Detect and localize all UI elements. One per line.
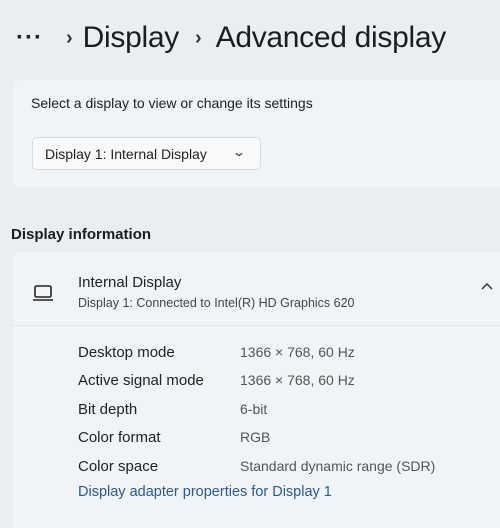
device-name: Internal Display bbox=[78, 274, 182, 291]
chevron-down-icon: ⌄ bbox=[231, 145, 247, 159]
property-label-active-signal-mode: Active signal mode bbox=[78, 372, 204, 389]
laptop-icon bbox=[33, 285, 53, 301]
property-label-color-space: Color space bbox=[78, 458, 159, 475]
property-value-color-format: RGB bbox=[240, 429, 271, 445]
page-title: Advanced display bbox=[215, 21, 447, 54]
property-value-desktop-mode: 1366 × 768, 60 Hz bbox=[240, 344, 355, 360]
property-value-bit-depth: 6-bit bbox=[240, 401, 268, 417]
device-connection: Display 1: Connected to Intel(R) HD Grap… bbox=[78, 296, 355, 310]
property-label-desktop-mode: Desktop mode bbox=[78, 344, 175, 361]
display-dropdown[interactable]: Display 1: Internal Display ⌄ bbox=[32, 137, 261, 170]
chevron-up-icon[interactable] bbox=[479, 279, 495, 295]
display-dropdown-value: Display 1: Internal Display bbox=[45, 145, 207, 162]
display-selector-card: Select a display to view or change its s… bbox=[13, 80, 500, 187]
display-adapter-properties-link[interactable]: Display adapter properties for Display 1 bbox=[78, 484, 332, 500]
property-value-active-signal-mode: 1366 × 768, 60 Hz bbox=[240, 372, 355, 388]
property-label-color-format: Color format bbox=[78, 429, 161, 446]
more-button[interactable]: ··· bbox=[16, 26, 60, 50]
display-selector-hint: Select a display to view or change its s… bbox=[31, 95, 313, 111]
breadcrumb-item-display[interactable]: Display bbox=[83, 21, 180, 55]
property-label-bit-depth: Bit depth bbox=[78, 401, 138, 418]
display-information-header[interactable]: Internal Display Display 1: Connected to… bbox=[13, 252, 500, 326]
chevron-right-icon: › bbox=[194, 26, 202, 49]
section-title-display-information: Display information bbox=[11, 226, 152, 243]
breadcrumb: ··· › Display › Advanced display bbox=[0, 0, 500, 76]
property-value-color-space: Standard dynamic range (SDR) bbox=[240, 458, 436, 474]
display-information-card: Internal Display Display 1: Connected to… bbox=[13, 252, 500, 528]
chevron-right-icon: › bbox=[66, 26, 73, 49]
